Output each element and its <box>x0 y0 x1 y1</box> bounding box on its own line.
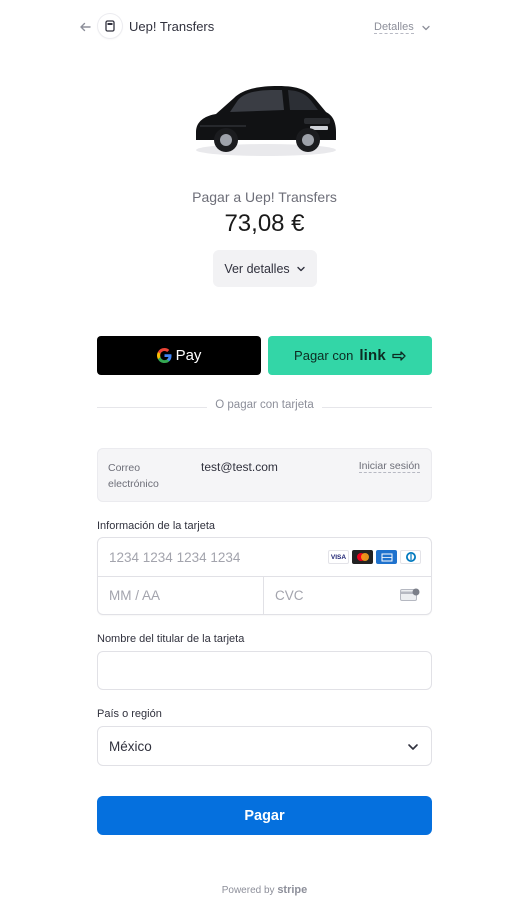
top-bar: Uep! Transfers Detalles <box>0 0 529 52</box>
pay-with-link-button[interactable]: Pagar con link <box>268 336 432 375</box>
details-link[interactable]: Detalles <box>374 21 414 34</box>
merchant-logo <box>98 14 122 38</box>
powered-by-stripe[interactable]: Powered by stripe <box>0 884 529 896</box>
back-arrow-icon[interactable] <box>76 18 94 36</box>
divider: O pagar con tarjeta <box>97 399 432 415</box>
cardholder-name-label: Nombre del titular de la tarjeta <box>97 633 245 645</box>
country-select[interactable]: México <box>97 726 432 766</box>
pay-with-link-label: Pagar con <box>294 348 354 363</box>
card-number-placeholder: 1234 1234 1234 1234 <box>109 550 241 565</box>
card-info-label: Información de la tarjeta <box>97 520 216 532</box>
chevron-down-icon <box>296 266 305 271</box>
divider-text: O pagar con tarjeta <box>207 399 322 411</box>
merchant-name: Uep! Transfers <box>129 19 215 34</box>
cvc-placeholder: CVC <box>275 588 304 603</box>
view-details-label: Ver detalles <box>224 261 290 276</box>
view-details-button[interactable]: Ver detalles <box>213 250 317 287</box>
pay-to-label: Pagar a Uep! Transfers <box>192 189 337 205</box>
chevron-down-icon <box>406 740 420 754</box>
country-label: País o región <box>97 708 162 720</box>
cvc-card-icon <box>400 588 420 602</box>
country-value: México <box>109 739 152 754</box>
email-value: test@test.com <box>201 460 278 474</box>
mastercard-icon <box>352 550 373 564</box>
email-field: Correo electrónico test@test.com Iniciar… <box>97 448 432 502</box>
card-info-group: 1234 1234 1234 1234 VISA MM / AA CVC <box>97 537 432 615</box>
google-pay-button[interactable]: Pay <box>97 336 261 375</box>
cardholder-name-input[interactable] <box>97 651 432 690</box>
link-brand: link <box>359 347 386 364</box>
email-label: Correo electrónico <box>108 462 159 490</box>
arrow-right-icon <box>392 350 406 361</box>
expiry-input[interactable]: MM / AA <box>98 577 264 615</box>
cvc-input[interactable]: CVC <box>264 577 431 615</box>
diners-icon <box>400 550 421 564</box>
pay-button[interactable]: Pagar <box>97 796 432 835</box>
powered-by-label: Powered by <box>221 885 275 896</box>
visa-icon: VISA <box>328 550 349 564</box>
card-number-input[interactable]: 1234 1234 1234 1234 VISA <box>98 538 431 577</box>
product-image-car <box>186 74 342 160</box>
amex-icon <box>376 550 397 564</box>
stripe-logo: stripe <box>277 884 308 896</box>
google-g-icon <box>156 348 172 363</box>
expiry-placeholder: MM / AA <box>109 588 161 603</box>
chevron-down-icon[interactable] <box>420 21 432 33</box>
total-amount: 73,08 € <box>224 210 305 237</box>
login-link[interactable]: Iniciar sesión <box>358 460 420 473</box>
card-brands: VISA <box>328 550 421 564</box>
google-pay-label: Pay <box>175 347 202 364</box>
